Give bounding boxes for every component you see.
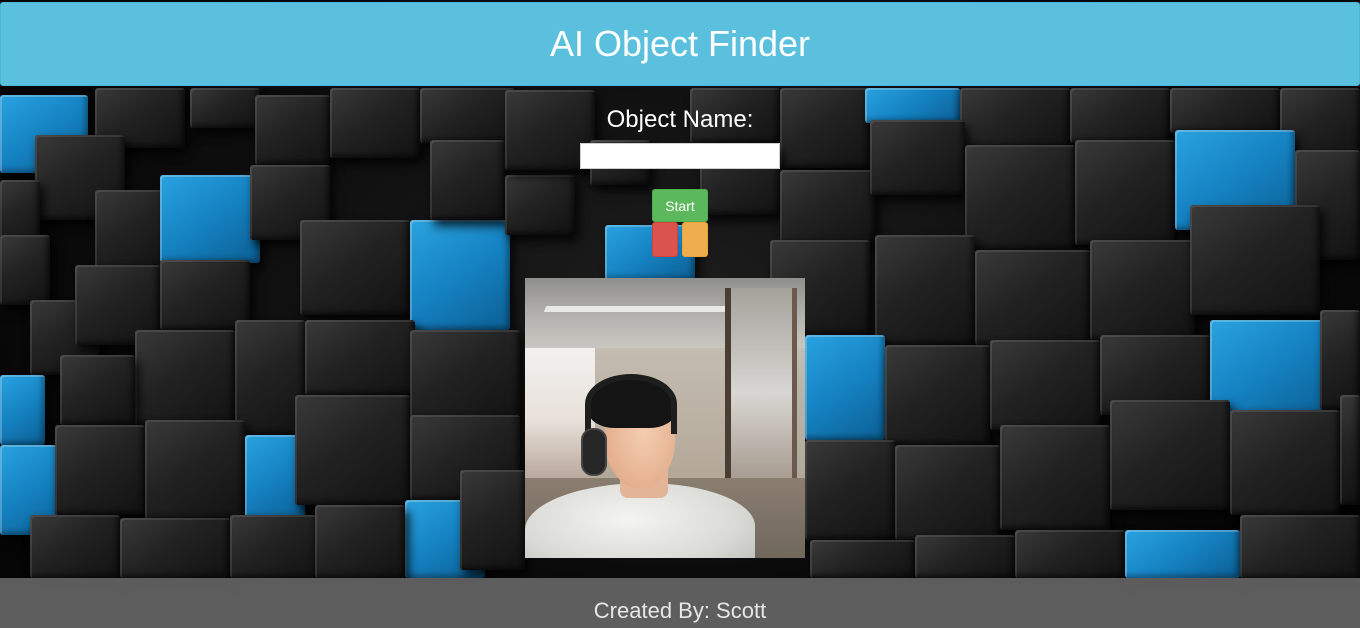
bg-cube — [410, 220, 510, 330]
bg-cube — [295, 395, 410, 505]
video-window-right — [725, 288, 797, 498]
object-name-label: Object Name: — [606, 106, 754, 133]
bg-cube — [780, 170, 875, 245]
bg-cube — [505, 175, 575, 235]
bg-cube — [1110, 400, 1230, 510]
bg-cube — [1125, 530, 1240, 578]
bg-cube — [885, 345, 990, 445]
bg-cube — [30, 515, 120, 578]
page-title: AI Object Finder — [549, 23, 811, 64]
bg-cube — [430, 140, 505, 220]
headphone-icon — [581, 428, 607, 476]
header-bar: AI Object Finder — [0, 2, 1360, 86]
bg-cube — [975, 250, 1090, 345]
bg-cube — [1240, 515, 1360, 578]
footer-credit: Created By: Scott — [593, 598, 767, 623]
bg-cube — [0, 235, 50, 305]
bg-cube — [145, 420, 245, 520]
bg-cube — [0, 375, 45, 445]
bg-cube — [55, 425, 145, 515]
bg-cube — [1015, 530, 1125, 578]
bg-cube — [300, 220, 410, 315]
red-button[interactable] — [652, 222, 678, 257]
bg-cube — [230, 515, 320, 578]
bg-cube — [805, 440, 895, 540]
bg-cube — [915, 535, 1015, 578]
orange-button[interactable] — [682, 222, 708, 257]
video-headphone-band — [585, 374, 677, 434]
bg-cube — [1000, 425, 1110, 530]
bg-cube — [410, 330, 520, 420]
bg-cube — [315, 505, 405, 578]
footer-bar: Created By: Scott — [0, 578, 1360, 628]
bg-cube — [805, 335, 885, 440]
bg-cube — [990, 340, 1100, 430]
webcam-video — [525, 278, 805, 558]
bg-cube — [305, 320, 415, 395]
object-name-input[interactable] — [580, 143, 780, 169]
bg-cube — [1340, 395, 1360, 505]
bg-cube — [460, 470, 525, 570]
start-button[interactable]: Start — [652, 189, 708, 222]
bg-cube — [60, 355, 135, 425]
bg-cube — [1075, 140, 1175, 245]
bg-cube — [1230, 410, 1340, 515]
bg-cube — [965, 145, 1075, 250]
bg-cube — [875, 235, 975, 345]
bg-cube — [1090, 240, 1195, 340]
bg-cube — [135, 330, 235, 425]
bg-cube — [95, 190, 170, 270]
bg-cube — [120, 518, 230, 578]
bg-cube — [1190, 205, 1320, 315]
bg-cube — [895, 445, 1000, 540]
bg-cube — [810, 540, 915, 578]
bg-cube — [160, 175, 260, 263]
